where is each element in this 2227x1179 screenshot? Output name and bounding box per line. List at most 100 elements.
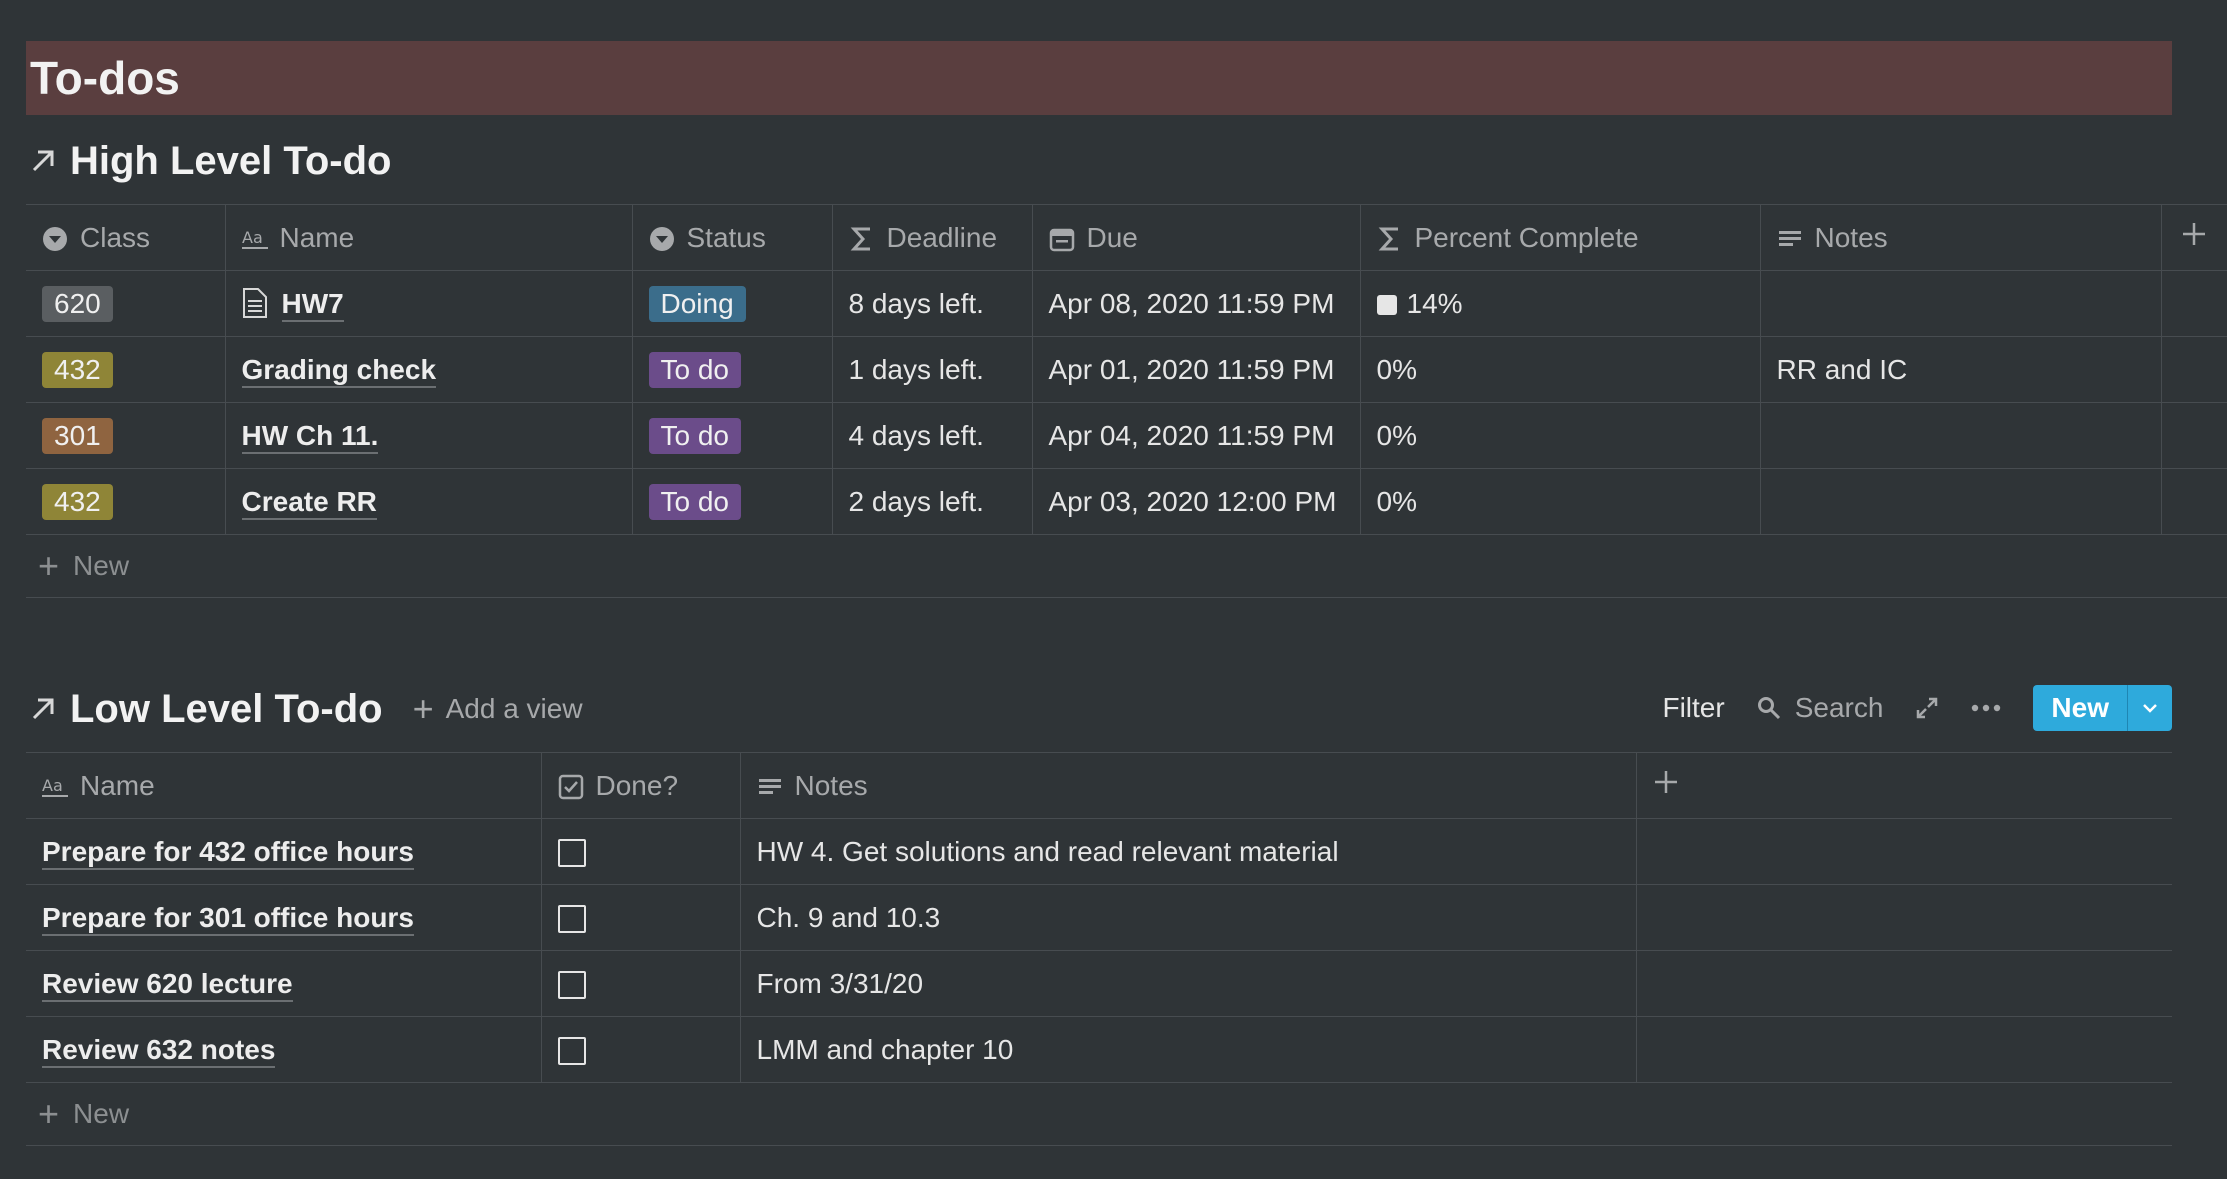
high-level-heading[interactable]: High Level To-do xyxy=(26,131,391,191)
row-name[interactable]: Grading check xyxy=(241,353,437,388)
table-row[interactable]: Review 632 notes LMM and chapter 10 xyxy=(26,1016,2172,1083)
plus-icon xyxy=(2183,223,2206,245)
table-row[interactable]: 301 HW Ch 11. To do 4 days left. Apr 04,… xyxy=(26,402,2227,469)
class-cell[interactable]: 620 xyxy=(26,270,226,337)
add-view-button[interactable]: + Add a view xyxy=(413,691,583,727)
empty-cell xyxy=(2161,270,2227,337)
column-header-name[interactable]: Aa Name xyxy=(26,752,542,819)
status-tag: To do xyxy=(648,351,741,388)
notes-cell[interactable]: LMM and chapter 10 xyxy=(740,1016,1637,1083)
due-cell[interactable]: Apr 03, 2020 12:00 PM xyxy=(1032,468,1361,535)
column-header-done[interactable]: Done? xyxy=(541,752,741,819)
svg-text:Aa: Aa xyxy=(242,228,263,247)
table-row[interactable]: 620 HW7 Doing 8 days left. Apr 08, 2020 … xyxy=(26,270,2227,337)
notes-cell[interactable]: HW 4. Get solutions and read relevant ma… xyxy=(740,818,1637,885)
column-header-percent-complete[interactable]: Percent Complete xyxy=(1360,204,1761,271)
status-cell[interactable]: To do xyxy=(632,402,833,469)
notes-cell[interactable] xyxy=(1760,270,2162,337)
name-cell[interactable]: HW Ch 11. xyxy=(225,402,633,469)
name-cell[interactable]: Prepare for 432 office hours xyxy=(26,818,542,885)
column-header-deadline[interactable]: Deadline xyxy=(832,204,1033,271)
search-button[interactable]: Search xyxy=(1757,692,1883,724)
column-header-due[interactable]: Due xyxy=(1032,204,1361,271)
due-cell[interactable]: Apr 08, 2020 11:59 PM xyxy=(1032,270,1361,337)
column-header-status[interactable]: Status xyxy=(632,204,833,271)
name-cell[interactable]: Review 632 notes xyxy=(26,1016,542,1083)
name-cell[interactable]: HW7 xyxy=(225,270,633,337)
notes-cell[interactable] xyxy=(1760,402,2162,469)
text-lines-icon xyxy=(1778,230,1801,246)
more-options-button[interactable] xyxy=(1971,704,2001,712)
low-level-title[interactable]: Low Level To-do xyxy=(70,687,383,732)
new-row-label: New xyxy=(73,1098,130,1129)
status-cell[interactable]: Doing xyxy=(632,270,833,337)
table-row[interactable]: Prepare for 432 office hours HW 4. Get s… xyxy=(26,818,2172,885)
column-header-notes[interactable]: Notes xyxy=(1760,204,2162,271)
done-checkbox[interactable] xyxy=(557,1037,586,1066)
done-checkbox[interactable] xyxy=(557,971,586,1000)
row-name[interactable]: Prepare for 301 office hours xyxy=(42,901,414,936)
new-dropdown-button[interactable] xyxy=(2128,685,2172,731)
done-checkbox[interactable] xyxy=(557,839,586,868)
empty-cell xyxy=(1636,950,2172,1017)
done-cell[interactable] xyxy=(541,818,741,885)
empty-cell xyxy=(1636,818,2172,885)
plus-icon: + xyxy=(412,688,434,729)
done-cell[interactable] xyxy=(541,950,741,1017)
notes-cell[interactable]: Ch. 9 and 10.3 xyxy=(740,884,1637,951)
table-row[interactable]: Review 620 lecture From 3/31/20 xyxy=(26,950,2172,1017)
low-add-new-row[interactable]: + New xyxy=(26,1083,2172,1146)
empty-cell xyxy=(2161,468,2227,535)
class-cell[interactable]: 301 xyxy=(26,402,226,469)
class-tag: 301 xyxy=(42,417,113,454)
empty-cell xyxy=(1636,884,2172,951)
row-name[interactable]: HW Ch 11. xyxy=(241,419,379,454)
name-cell[interactable]: Grading check xyxy=(225,336,633,403)
page-title-band: To-dos xyxy=(26,41,2172,115)
row-name[interactable]: Prepare for 432 office hours xyxy=(42,835,414,870)
status-cell[interactable]: To do xyxy=(632,468,833,535)
new-record-button[interactable]: New xyxy=(2033,685,2172,731)
row-name[interactable]: Review 632 notes xyxy=(42,1033,276,1068)
filter-button[interactable]: Filter xyxy=(1662,692,1724,724)
due-cell[interactable]: Apr 01, 2020 11:59 PM xyxy=(1032,336,1361,403)
svg-text:Aa: Aa xyxy=(42,776,63,795)
page-title[interactable]: To-dos xyxy=(30,41,180,115)
add-property-button[interactable] xyxy=(1636,752,2172,819)
done-cell[interactable] xyxy=(541,1016,741,1083)
name-cell[interactable]: Create RR xyxy=(225,468,633,535)
add-property-button[interactable] xyxy=(2161,204,2227,271)
column-header-notes[interactable]: Notes xyxy=(740,752,1637,819)
deadline-cell: 1 days left. xyxy=(832,336,1033,403)
done-cell[interactable] xyxy=(541,884,741,951)
done-checkbox[interactable] xyxy=(557,905,586,934)
table-row[interactable]: 432 Grading check To do 1 days left. Apr… xyxy=(26,336,2227,403)
high-add-new-row[interactable]: + New xyxy=(26,535,2227,598)
status-cell[interactable]: To do xyxy=(632,336,833,403)
class-cell[interactable]: 432 xyxy=(26,336,226,403)
status-tag: To do xyxy=(648,483,741,520)
linked-database-arrow-icon xyxy=(32,150,54,172)
deadline-cell: 4 days left. xyxy=(832,402,1033,469)
due-cell[interactable]: Apr 04, 2020 11:59 PM xyxy=(1032,402,1361,469)
notes-cell[interactable] xyxy=(1760,468,2162,535)
column-header-class[interactable]: Class xyxy=(26,204,226,271)
row-name[interactable]: Create RR xyxy=(241,485,377,520)
progress-square-icon xyxy=(1376,294,1397,315)
table-row[interactable]: 432 Create RR To do 2 days left. Apr 03,… xyxy=(26,468,2227,535)
table-row[interactable]: Prepare for 301 office hours Ch. 9 and 1… xyxy=(26,884,2172,951)
linked-database-arrow-icon xyxy=(32,698,54,720)
notes-cell[interactable]: From 3/31/20 xyxy=(740,950,1637,1017)
notion-page: To-dos High Level To-do Class Aa Name Sta… xyxy=(0,0,2227,1179)
plus-icon: + xyxy=(38,545,60,586)
percent-cell: 14% xyxy=(1360,270,1761,337)
name-cell[interactable]: Review 620 lecture xyxy=(26,950,542,1017)
chevron-down-icon xyxy=(2143,704,2157,713)
class-cell[interactable]: 432 xyxy=(26,468,226,535)
open-full-page-button[interactable] xyxy=(1915,696,1939,720)
row-name[interactable]: HW7 xyxy=(281,288,344,322)
column-header-name[interactable]: Aa Name xyxy=(225,204,633,271)
name-cell[interactable]: Prepare for 301 office hours xyxy=(26,884,542,951)
row-name[interactable]: Review 620 lecture xyxy=(42,967,293,1002)
notes-cell[interactable]: RR and IC xyxy=(1760,336,2162,403)
